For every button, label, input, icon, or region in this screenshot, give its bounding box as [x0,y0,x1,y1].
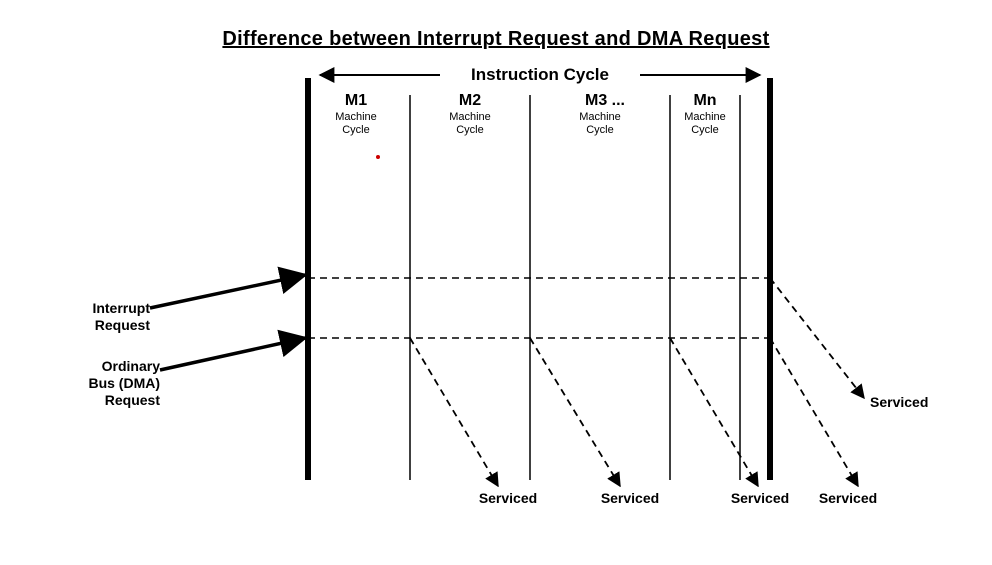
svg-text:Cycle: Cycle [691,124,719,136]
svg-text:Cycle: Cycle [456,124,484,136]
svg-text:Mn: Mn [693,92,716,109]
svg-text:Machine: Machine [684,111,726,123]
serviced-label-1: Serviced [468,490,548,506]
svg-text:M1: M1 [345,92,367,109]
interrupt-serviced-arrow [770,278,864,398]
dma-serviced-arrow-2 [530,338,620,486]
dma-pointer-arrow [160,338,305,370]
svg-text:Cycle: Cycle [342,124,370,136]
serviced-label-interrupt: Serviced [870,394,928,410]
svg-text:M3 ...: M3 ... [585,92,625,109]
cycle-header-m2: M2 Machine Cycle [449,92,491,136]
serviced-label-2: Serviced [590,490,670,506]
dma-serviced-arrow-4 [770,338,858,486]
svg-text:Machine: Machine [449,111,491,123]
cycle-header-mn: Mn Machine Cycle [684,92,726,136]
cycle-header-m1: M1 Machine Cycle [335,92,377,136]
interrupt-request-label: Interrupt Request [50,300,150,334]
svg-text:Cycle: Cycle [586,124,614,136]
dma-serviced-arrow-3 [670,338,758,486]
cycle-header-m3: M3 ... Machine Cycle [579,92,625,136]
dma-serviced-arrow-1 [410,338,498,486]
diagram-stage: Difference between Interrupt Request and… [0,0,992,565]
serviced-label-3: Serviced [720,490,800,506]
red-dot-marker [376,155,380,159]
interrupt-pointer-arrow [150,275,305,308]
svg-text:Machine: Machine [335,111,377,123]
svg-text:Machine: Machine [579,111,621,123]
serviced-label-4: Serviced [808,490,888,506]
svg-text:M2: M2 [459,92,481,109]
diagram-svg: Instruction Cycle M1 Machine Cycle M2 Ma… [0,0,992,565]
dma-request-label: Ordinary Bus (DMA) Request [50,358,160,408]
instruction-cycle-label: Instruction Cycle [471,65,609,84]
